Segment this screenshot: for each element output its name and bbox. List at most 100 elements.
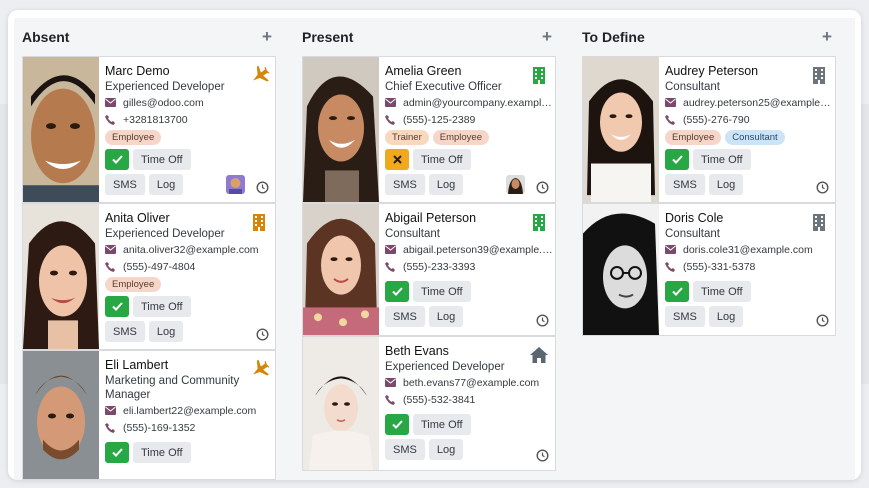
add-card-button[interactable]: +	[256, 26, 278, 48]
check-icon	[111, 302, 123, 311]
phone-row: (555)-532-3841	[385, 391, 555, 408]
employee-email[interactable]: doris.cole31@example.com	[683, 244, 813, 256]
x-icon	[392, 155, 402, 164]
time-off-button[interactable]: Time Off	[133, 149, 191, 170]
add-card-button[interactable]: +	[536, 26, 558, 48]
email-row: abigail.peterson39@example.com	[385, 241, 555, 258]
sms-button[interactable]: SMS	[385, 439, 425, 460]
employee-card[interactable]: Beth Evans Experienced Developer beth.ev…	[302, 336, 556, 471]
employee-phone[interactable]: (555)-169-1352	[123, 422, 195, 434]
employee-card[interactable]: Eli Lambert Marketing and Community Mana…	[22, 350, 276, 480]
sms-button[interactable]: SMS	[105, 321, 145, 342]
log-button[interactable]: Log	[708, 306, 744, 327]
card-content: Eli Lambert Marketing and Community Mana…	[105, 351, 275, 463]
clock-icon[interactable]	[816, 181, 829, 194]
tag-list: Employee Consultant	[665, 129, 835, 145]
presence-status-button[interactable]	[385, 149, 409, 170]
employee-email[interactable]: anita.oliver32@example.com	[123, 244, 259, 256]
user-avatar[interactable]	[226, 175, 245, 194]
employee-name[interactable]: Audrey Peterson	[665, 63, 835, 79]
employee-photo	[23, 57, 99, 202]
employee-job-title: Chief Executive Officer	[385, 81, 502, 93]
action-row-2: SMS Log	[385, 306, 555, 327]
clock-icon[interactable]	[536, 181, 549, 194]
clock-icon[interactable]	[256, 181, 269, 194]
user-avatar[interactable]	[506, 175, 525, 194]
tag-list: Employee	[105, 129, 275, 145]
employee-job-title: Consultant	[385, 228, 440, 240]
clock-icon[interactable]	[816, 314, 829, 327]
kanban-columns: Absent + Marc Demo Experienced Developer…	[14, 18, 855, 480]
time-off-button[interactable]: Time Off	[693, 281, 751, 302]
employee-phone[interactable]: (555)-233-3393	[403, 261, 475, 273]
presence-status-button[interactable]	[385, 414, 409, 435]
employee-name[interactable]: Abigail Peterson	[385, 210, 555, 226]
phone-row: (555)-169-1352	[105, 419, 275, 436]
presence-status-button[interactable]	[105, 296, 129, 317]
email-row: admin@yourcompany.example.com	[385, 94, 555, 111]
employee-card[interactable]: Doris Cole Consultant doris.cole31@examp…	[582, 203, 836, 336]
presence-status-button[interactable]	[105, 149, 129, 170]
employee-email[interactable]: eli.lambert22@example.com	[123, 405, 256, 417]
time-off-button[interactable]: Time Off	[133, 442, 191, 463]
sms-button[interactable]: SMS	[105, 174, 145, 195]
employee-name[interactable]: Anita Oliver	[105, 210, 275, 226]
employee-name[interactable]: Beth Evans	[385, 343, 555, 359]
employee-email[interactable]: admin@yourcompany.example.com	[403, 97, 553, 109]
log-button[interactable]: Log	[428, 174, 464, 195]
employee-photo	[303, 57, 379, 202]
employee-phone[interactable]: (555)-532-3841	[403, 394, 475, 406]
employee-email[interactable]: abigail.peterson39@example.com	[403, 244, 553, 256]
sms-button[interactable]: SMS	[665, 306, 705, 327]
employee-card[interactable]: Amelia Green Chief Executive Officer adm…	[302, 56, 556, 203]
employee-name[interactable]: Amelia Green	[385, 63, 555, 79]
time-off-button[interactable]: Time Off	[133, 296, 191, 317]
employee-card[interactable]: Anita Oliver Experienced Developer anita…	[22, 203, 276, 350]
time-off-button[interactable]: Time Off	[413, 414, 471, 435]
email-row: doris.cole31@example.com	[665, 241, 835, 258]
column-present: Present + Amelia Green Chief Executive O…	[294, 18, 558, 480]
employee-name[interactable]: Marc Demo	[105, 63, 275, 79]
clock-icon[interactable]	[256, 328, 269, 341]
employee-phone[interactable]: +3281813700	[123, 114, 188, 126]
time-off-button[interactable]: Time Off	[413, 281, 471, 302]
employee-card[interactable]: Abigail Peterson Consultant abigail.pete…	[302, 203, 556, 336]
email-row: audrey.peterson25@example.com	[665, 94, 835, 111]
card-content: Audrey Peterson Consultant audrey.peters…	[665, 57, 835, 195]
employee-phone[interactable]: (555)-276-790	[683, 114, 750, 126]
employee-name[interactable]: Doris Cole	[665, 210, 835, 226]
phone-row: (555)-276-790	[665, 111, 835, 128]
employee-phone[interactable]: (555)-125-2389	[403, 114, 475, 126]
sms-button[interactable]: SMS	[385, 306, 425, 327]
log-button[interactable]: Log	[708, 174, 744, 195]
clock-icon[interactable]	[536, 449, 549, 462]
time-off-button[interactable]: Time Off	[693, 149, 751, 170]
phone-icon	[665, 261, 683, 272]
log-button[interactable]: Log	[428, 439, 464, 460]
log-button[interactable]: Log	[428, 306, 464, 327]
add-card-button[interactable]: +	[816, 26, 838, 48]
tag-employee: Employee	[105, 129, 162, 145]
card-content: Anita Oliver Experienced Developer anita…	[105, 204, 275, 342]
employee-name[interactable]: Eli Lambert	[105, 357, 275, 373]
employee-card[interactable]: Audrey Peterson Consultant audrey.peters…	[582, 56, 836, 203]
action-row: Time Off	[105, 149, 275, 170]
employee-phone[interactable]: (555)-497-4804	[123, 261, 195, 273]
tag-list: Trainer Employee	[385, 129, 555, 145]
employee-card[interactable]: Marc Demo Experienced Developer gilles@o…	[22, 56, 276, 203]
action-row-2: SMS Log	[665, 306, 835, 327]
employee-email[interactable]: gilles@odoo.com	[123, 97, 204, 109]
time-off-button[interactable]: Time Off	[413, 149, 471, 170]
employee-email[interactable]: audrey.peterson25@example.com	[683, 97, 833, 109]
presence-status-button[interactable]	[385, 281, 409, 302]
sms-button[interactable]: SMS	[385, 174, 425, 195]
clock-icon[interactable]	[536, 314, 549, 327]
sms-button[interactable]: SMS	[665, 174, 705, 195]
presence-status-button[interactable]	[105, 442, 129, 463]
log-button[interactable]: Log	[148, 174, 184, 195]
presence-status-button[interactable]	[665, 281, 689, 302]
employee-phone[interactable]: (555)-331-5378	[683, 261, 755, 273]
presence-status-button[interactable]	[665, 149, 689, 170]
log-button[interactable]: Log	[148, 321, 184, 342]
employee-email[interactable]: beth.evans77@example.com	[403, 377, 539, 389]
